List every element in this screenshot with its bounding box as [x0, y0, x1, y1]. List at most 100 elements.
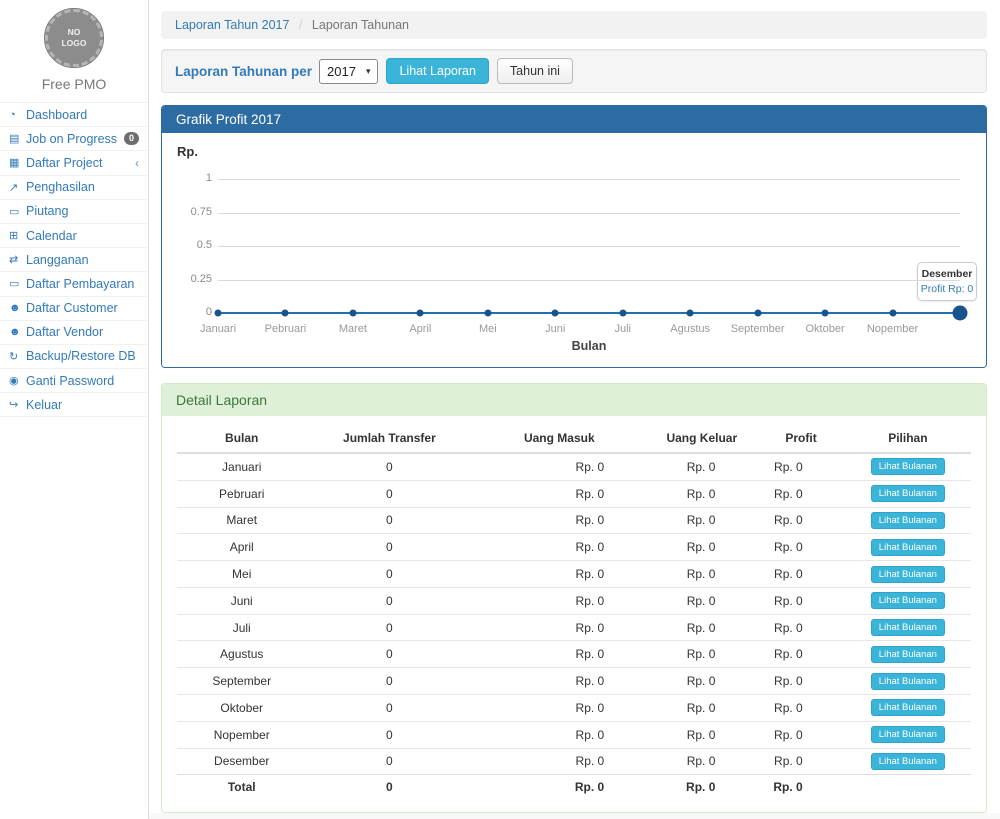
lihat-bulanan-button[interactable]: Lihat Bulanan [871, 753, 945, 770]
report-table-body: Januari0Rp. 0Rp. 0Rp. 0Lihat BulananPebr… [177, 453, 971, 775]
data-point-april[interactable] [417, 310, 424, 317]
data-point-september[interactable] [754, 310, 761, 317]
y-tick-label: 0.75 [162, 206, 212, 218]
data-point-juni[interactable] [552, 310, 559, 317]
cell-profit: Rp. 0 [757, 507, 844, 534]
count-badge: 0 [124, 132, 139, 145]
lock-icon: ◉ [9, 374, 26, 387]
tooltip-value: Profit Rp: 0 [920, 283, 974, 295]
cell-uang-masuk: Rp. 0 [472, 507, 646, 534]
cell-bulan: Oktober [177, 695, 306, 722]
table-row: Maret0Rp. 0Rp. 0Rp. 0Lihat Bulanan [177, 507, 971, 534]
cell-pilihan: Lihat Bulanan [845, 587, 971, 614]
sidebar-item-job-on-progress[interactable]: ▤Job on Progress0 [0, 127, 148, 151]
data-point-mei[interactable] [484, 310, 491, 317]
sidebar-item-daftar-customer[interactable]: ☻Daftar Customer [0, 297, 148, 321]
cell-profit: Rp. 0 [757, 453, 844, 480]
lihat-bulanan-button[interactable]: Lihat Bulanan [871, 458, 945, 475]
data-point-januari[interactable] [215, 310, 222, 317]
cell-profit: Rp. 0 [757, 668, 844, 695]
cell-bulan: Juli [177, 614, 306, 641]
sidebar-item-label: Keluar [26, 398, 139, 412]
cell-pilihan: Lihat Bulanan [845, 641, 971, 668]
cell-pilihan: Lihat Bulanan [845, 453, 971, 480]
sidebar-item-langganan[interactable]: ⇄Langganan [0, 248, 148, 272]
app-root: NO LOGO Free PMO ◔Dashboard▤Job on Progr… [0, 0, 1000, 819]
retweet-icon: ⇄ [9, 253, 26, 266]
cell-bulan: Mei [177, 561, 306, 588]
cell-jumlah-transfer: 0 [306, 721, 472, 748]
lihat-bulanan-button[interactable]: Lihat Bulanan [871, 646, 945, 663]
sidebar-item-penghasilan[interactable]: ↗Penghasilan [0, 176, 148, 200]
sidebar-item-keluar[interactable]: ↪Keluar [0, 393, 148, 417]
gridline [218, 213, 960, 214]
data-point-maret[interactable] [349, 310, 356, 317]
cell-bulan: September [177, 668, 306, 695]
report-controls: Laporan Tahunan per 2017 ▾ Lihat Laporan… [161, 49, 987, 93]
table-row: Oktober0Rp. 0Rp. 0Rp. 0Lihat Bulanan [177, 695, 971, 722]
lihat-bulanan-button[interactable]: Lihat Bulanan [871, 592, 945, 609]
sidebar-item-daftar-vendor[interactable]: ☻Daftar Vendor [0, 321, 148, 345]
chart-panel-title: Grafik Profit 2017 [162, 106, 986, 133]
lihat-bulanan-button[interactable]: Lihat Bulanan [871, 619, 945, 636]
cell-jumlah-transfer: 0 [306, 534, 472, 561]
tooltip-month: Desember [920, 268, 974, 280]
sidebar-item-label: Daftar Customer [26, 301, 139, 315]
sidebar-item-ganti-password[interactable]: ◉Ganti Password [0, 369, 148, 393]
lihat-bulanan-button[interactable]: Lihat Bulanan [871, 566, 945, 583]
lihat-bulanan-button[interactable]: Lihat Bulanan [871, 673, 945, 690]
gridline [218, 280, 960, 281]
cell-bulan: Nopember [177, 721, 306, 748]
cell-jumlah-transfer: 0 [306, 614, 472, 641]
cell-bulan: Juni [177, 587, 306, 614]
cell-uang-masuk: Rp. 0 [472, 480, 646, 507]
data-point-desember[interactable] [953, 306, 968, 321]
cell-profit: Rp. 0 [757, 614, 844, 641]
sidebar-item-backup-restore-db[interactable]: ↻Backup/Restore DB [0, 345, 148, 369]
lihat-bulanan-button[interactable]: Lihat Bulanan [871, 699, 945, 716]
cell-bulan: Januari [177, 453, 306, 480]
y-tick-label: 1 [162, 172, 212, 184]
refresh-icon: ↻ [9, 350, 26, 363]
column-header-profit: Profit [757, 424, 844, 453]
cell-pilihan: Lihat Bulanan [845, 507, 971, 534]
sidebar-item-calendar[interactable]: ⊞Calendar [0, 224, 148, 248]
data-point-nopember[interactable] [889, 310, 896, 317]
cell-bulan: April [177, 534, 306, 561]
sidebar-item-dashboard[interactable]: ◔Dashboard [0, 103, 148, 127]
cell-bulan: Pebruari [177, 480, 306, 507]
view-report-button[interactable]: Lihat Laporan [386, 58, 488, 84]
total-jumlah-transfer: 0 [306, 775, 472, 798]
this-year-button[interactable]: Tahun ini [497, 58, 573, 84]
year-select[interactable]: 2017 ▾ [319, 59, 378, 84]
column-header-bulan: Bulan [177, 424, 306, 453]
sidebar-item-daftar-pembayaran[interactable]: ▭Daftar Pembayaran [0, 272, 148, 296]
data-point-pebruari[interactable] [282, 310, 289, 317]
lihat-bulanan-button[interactable]: Lihat Bulanan [871, 485, 945, 502]
sidebar-item-daftar-project[interactable]: ▦Daftar Project‹ [0, 151, 148, 175]
sidebar-item-label: Daftar Vendor [26, 325, 139, 339]
lihat-bulanan-button[interactable]: Lihat Bulanan [871, 539, 945, 556]
table-row: Pebruari0Rp. 0Rp. 0Rp. 0Lihat Bulanan [177, 480, 971, 507]
table-icon: ▦ [9, 156, 26, 169]
detail-panel-body: BulanJumlah TransferUang MasukUang Kelua… [162, 416, 986, 812]
cell-bulan: Agustus [177, 641, 306, 668]
data-point-juli[interactable] [619, 310, 626, 317]
sidebar-item-label: Piutang [26, 204, 139, 218]
lihat-bulanan-button[interactable]: Lihat Bulanan [871, 512, 945, 529]
users-icon: ☻ [9, 302, 26, 314]
table-row: Nopember0Rp. 0Rp. 0Rp. 0Lihat Bulanan [177, 721, 971, 748]
brand-name: Free PMO [0, 76, 148, 92]
sidebar-item-piutang[interactable]: ▭Piutang [0, 200, 148, 224]
total-label: Total [177, 775, 306, 798]
cell-uang-keluar: Rp. 0 [646, 641, 757, 668]
logo-text: NO LOGO [58, 27, 90, 49]
data-point-oktober[interactable] [822, 310, 829, 317]
data-point-agustus[interactable] [687, 310, 694, 317]
cell-bulan: Desember [177, 748, 306, 775]
chart-plot: Rp. Bulan Desember Profit Rp: 0 00.250.5… [162, 133, 986, 367]
year-select-value: 2017 [327, 64, 356, 79]
tasks-icon: ▤ [9, 132, 26, 145]
lihat-bulanan-button[interactable]: Lihat Bulanan [871, 726, 945, 743]
breadcrumb-link[interactable]: Laporan Tahun 2017 [175, 18, 289, 32]
